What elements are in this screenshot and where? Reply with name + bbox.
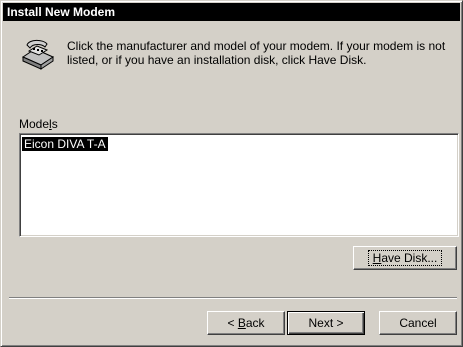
have-disk-button[interactable]: Have Disk... <box>353 246 457 270</box>
models-listbox[interactable]: Eicon DIVA T-A <box>19 133 459 237</box>
next-button[interactable]: Next > <box>287 311 365 335</box>
instruction-text: Click the manufacturer and model of your… <box>67 39 446 67</box>
modem-telephone-icon <box>19 35 55 71</box>
install-new-modem-dialog: Install New Modem Click the manufacturer… <box>0 0 463 347</box>
title-bar[interactable]: Install New Modem <box>3 3 460 21</box>
cancel-button[interactable]: Cancel <box>379 311 457 335</box>
header-panel: Click the manufacturer and model of your… <box>3 21 460 107</box>
models-label: Models <box>19 117 58 131</box>
list-item[interactable]: Eicon DIVA T-A <box>22 137 108 151</box>
back-button[interactable]: < Back <box>207 311 285 335</box>
window-title: Install New Modem <box>7 5 116 19</box>
separator <box>9 297 457 299</box>
